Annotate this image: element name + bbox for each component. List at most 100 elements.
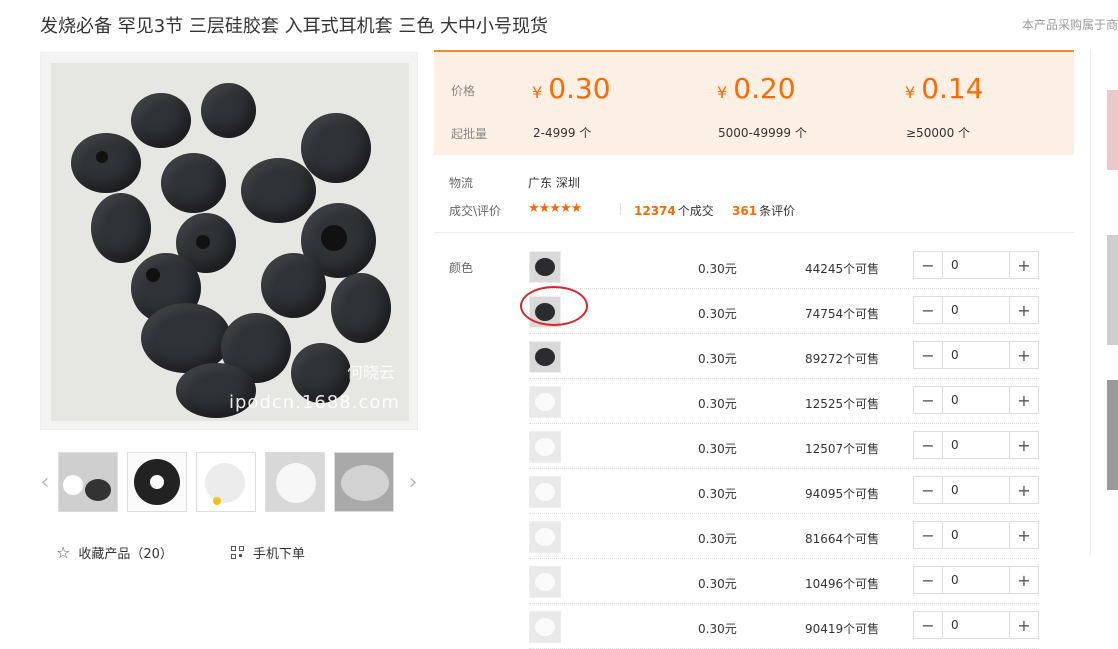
increment-button[interactable]: + [1010,297,1038,323]
sku-stock: 94095个可售 [805,487,880,501]
increment-button[interactable]: + [1010,387,1038,413]
quantity-input[interactable]: 0 [942,522,1010,548]
quantity-stepper: −0 + [913,476,1039,504]
logistics-value: 广东 深圳 [528,176,580,190]
divider [620,203,621,215]
quantity-input[interactable]: 0 [942,297,1010,323]
quantity-stepper: −0 + [913,296,1039,324]
main-product-image[interactable]: 何晓云 ipodcn.1688.com [40,52,418,430]
sku-stock: 74754个可售 [805,307,880,321]
increment-button[interactable]: + [1010,612,1038,638]
price-label: 价格 [451,84,476,98]
decrement-button[interactable]: − [914,477,942,503]
range-tier-1: 2-4999 个 [533,126,592,140]
sku-thumbnail[interactable] [529,341,561,373]
quantity-input[interactable]: 0 [942,252,1010,278]
decrement-button[interactable]: − [914,522,942,548]
thumbnail[interactable] [58,452,118,512]
price-tier-1: ¥0.30 [532,72,611,105]
increment-button[interactable]: + [1010,567,1038,593]
thumb-next-icon[interactable]: › [406,466,420,498]
decrement-button[interactable]: − [914,612,942,638]
logistics-label: 物流 [449,176,474,190]
increment-button[interactable]: + [1010,342,1038,368]
recommend-thumb[interactable] [1107,235,1118,345]
section-divider [434,232,1074,233]
decrement-button[interactable]: − [914,252,942,278]
star-outline-icon: ☆ [56,543,71,562]
increment-button[interactable]: + [1010,252,1038,278]
quantity-stepper: −0 + [913,341,1039,369]
mobile-order-button[interactable]: 手机下单 [230,543,305,562]
sku-stock: 89272个可售 [805,352,880,366]
quantity-input[interactable]: 0 [942,432,1010,458]
qrcode-icon [230,545,245,560]
thumbnail[interactable] [127,452,187,512]
sku-row: 0.30元 81664个可售 −0 + [529,514,1039,559]
sku-thumbnail[interactable] [529,566,561,598]
annotation-circle [520,286,588,326]
sku-price: 0.30元 [698,622,737,636]
quantity-stepper: −0 + [913,566,1039,594]
sku-stock: 12507个可售 [805,442,880,456]
thumbnail[interactable] [265,452,325,512]
recommend-thumb[interactable] [1107,380,1118,490]
sku-thumbnail[interactable] [529,386,561,418]
increment-button[interactable]: + [1010,522,1038,548]
sku-price: 0.30元 [698,577,737,591]
sku-stock: 12525个可售 [805,397,880,411]
quantity-input[interactable]: 0 [942,477,1010,503]
sku-stock: 90419个可售 [805,622,880,636]
product-actions: ☆ 收藏产品（20） 手机下单 [56,543,305,562]
sku-row: 0.30元 94095个可售 −0 + [529,469,1039,514]
increment-button[interactable]: + [1010,432,1038,458]
sku-row: 0.30元 12525个可售 −0 + [529,379,1039,424]
quantity-input[interactable]: 0 [942,567,1010,593]
quantity-stepper: −0 + [913,521,1039,549]
thumbnail[interactable] [196,452,256,512]
sku-price: 0.30元 [698,397,737,411]
decrement-button[interactable]: − [914,342,942,368]
thumbnail[interactable] [334,452,394,512]
sku-stock: 10496个可售 [805,577,880,591]
quantity-input[interactable]: 0 [942,342,1010,368]
sku-price: 0.30元 [698,532,737,546]
decrement-button[interactable]: − [914,432,942,458]
recommend-thumb[interactable] [1107,90,1118,170]
sku-stock: 44245个可售 [805,262,880,276]
favorite-label: 收藏产品（20） [78,547,173,562]
sku-row: 0.30元 90419个可售 −0 + [529,604,1039,649]
quantity-input[interactable]: 0 [942,387,1010,413]
increment-button[interactable]: + [1010,477,1038,503]
color-label: 颜色 [449,261,474,275]
sku-row: 0.30元 89272个可售 −0 + [529,334,1039,379]
watermark-name: 何晓云 [346,363,395,382]
sku-stock: 81664个可售 [805,532,880,546]
recommend-sidebar [1090,50,1118,555]
favorite-button[interactable]: ☆ 收藏产品（20） [56,543,173,562]
mobile-order-label: 手机下单 [252,547,305,562]
quantity-input[interactable]: 0 [942,612,1010,638]
sku-thumbnail[interactable] [529,431,561,463]
sku-thumbnail[interactable] [529,611,561,643]
price-tier-2: ¥0.20 [717,72,796,105]
thumb-prev-icon[interactable]: ‹ [38,466,52,498]
decrement-button[interactable]: − [914,567,942,593]
review-label: 成交\评价 [449,204,502,218]
sku-row: 0.30元 12507个可售 −0 + [529,424,1039,469]
decrement-button[interactable]: − [914,387,942,413]
sku-thumbnail[interactable] [529,476,561,508]
quantity-stepper: −0 + [913,611,1039,639]
sku-row: 0.30元 10496个可售 −0 + [529,559,1039,604]
deal-count[interactable]: 12374 个成交 [634,202,714,219]
sku-price: 0.30元 [698,262,737,276]
range-tier-3: ≥50000 个 [906,126,971,140]
thumbnail-strip [58,452,394,512]
sku-thumbnail[interactable] [529,521,561,553]
decrement-button[interactable]: − [914,297,942,323]
product-title: 发烧必备 罕见3节 三层硅胶套 入耳式耳机套 三色 大中小号现货 [40,16,549,37]
sku-thumbnail[interactable] [529,251,561,283]
price-tier-3: ¥0.14 [905,72,984,105]
review-count[interactable]: 361 条评价 [732,202,795,219]
range-tier-2: 5000-49999 个 [718,126,807,140]
